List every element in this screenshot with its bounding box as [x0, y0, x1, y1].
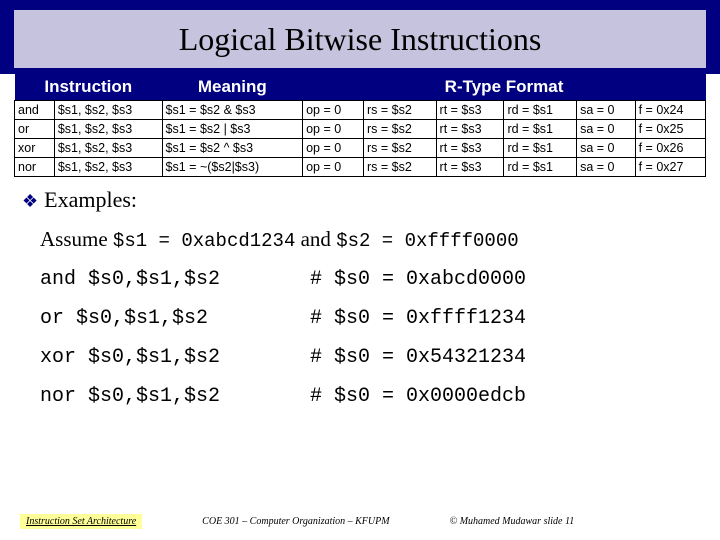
- cell-meaning: $s1 = $s2 & $s3: [162, 101, 303, 120]
- cell-rs: rs = $s2: [363, 120, 436, 139]
- footer-right: © Muhamed Mudawar slide 11: [450, 516, 575, 527]
- cell-opfield: op = 0: [303, 139, 364, 158]
- example-code: xor $s0,$s1,$s2: [40, 346, 310, 369]
- cell-meaning: $s1 = ~($s2|$s3): [162, 158, 303, 177]
- cell-rd: rd = $s1: [504, 120, 577, 139]
- table-row: xor $s1, $s2, $s3 $s1 = $s2 ^ $s3 op = 0…: [15, 139, 706, 158]
- title-bar: Logical Bitwise Instructions: [0, 0, 720, 74]
- cell-sa: sa = 0: [577, 158, 636, 177]
- cell-opfield: op = 0: [303, 120, 364, 139]
- title-inner: Logical Bitwise Instructions: [14, 10, 706, 68]
- example-code: or $s0,$s1,$s2: [40, 307, 310, 330]
- cell-rs: rs = $s2: [363, 101, 436, 120]
- slide-title: Logical Bitwise Instructions: [179, 21, 542, 58]
- example-row: or $s0,$s1,$s2 # $s0 = 0xffff1234: [40, 307, 720, 330]
- example-result: # $s0 = 0x0000edcb: [310, 385, 720, 408]
- header-format: R-Type Format: [303, 74, 706, 101]
- slide-footer: Instruction Set Architecture COE 301 – C…: [0, 510, 720, 532]
- cell-rs: rs = $s2: [363, 139, 436, 158]
- cell-f: f = 0x26: [635, 139, 705, 158]
- examples-label: Examples:: [44, 187, 137, 212]
- cell-sa: sa = 0: [577, 139, 636, 158]
- cell-meaning: $s1 = $s2 | $s3: [162, 120, 303, 139]
- cell-rt: rt = $s3: [436, 120, 504, 139]
- header-instruction: Instruction: [15, 74, 163, 101]
- cell-rd: rd = $s1: [504, 101, 577, 120]
- cell-f: f = 0x24: [635, 101, 705, 120]
- example-result: # $s0 = 0xffff1234: [310, 307, 720, 330]
- table-row: or $s1, $s2, $s3 $s1 = $s2 | $s3 op = 0 …: [15, 120, 706, 139]
- cell-op: or: [15, 120, 55, 139]
- example-list: and $s0,$s1,$s2 # $s0 = 0xabcd0000 or $s…: [40, 268, 720, 408]
- cell-meaning: $s1 = $s2 ^ $s3: [162, 139, 303, 158]
- table-row: nor $s1, $s2, $s3 $s1 = ~($s2|$s3) op = …: [15, 158, 706, 177]
- table-header-row: Instruction Meaning R-Type Format: [15, 74, 706, 101]
- example-result: # $s0 = 0xabcd0000: [310, 268, 720, 291]
- footer-center: COE 301 – Computer Organization – KFUPM: [202, 516, 389, 527]
- cell-args: $s1, $s2, $s3: [54, 101, 162, 120]
- header-meaning: Meaning: [162, 74, 303, 101]
- example-row: xor $s0,$s1,$s2 # $s0 = 0x54321234: [40, 346, 720, 369]
- cell-sa: sa = 0: [577, 101, 636, 120]
- cell-rd: rd = $s1: [504, 139, 577, 158]
- example-row: and $s0,$s1,$s2 # $s0 = 0xabcd0000: [40, 268, 720, 291]
- cell-sa: sa = 0: [577, 120, 636, 139]
- assume-code2: $s2 = 0xffff0000: [336, 230, 518, 252]
- footer-left: Instruction Set Architecture: [20, 514, 142, 529]
- cell-opfield: op = 0: [303, 101, 364, 120]
- cell-f: f = 0x27: [635, 158, 705, 177]
- example-result: # $s0 = 0x54321234: [310, 346, 720, 369]
- cell-args: $s1, $s2, $s3: [54, 139, 162, 158]
- cell-args: $s1, $s2, $s3: [54, 158, 162, 177]
- cell-op: xor: [15, 139, 55, 158]
- example-code: and $s0,$s1,$s2: [40, 268, 310, 291]
- cell-op: and: [15, 101, 55, 120]
- assume-code1: $s1 = 0xabcd1234: [113, 230, 295, 252]
- cell-opfield: op = 0: [303, 158, 364, 177]
- assume-line: Assume $s1 = 0xabcd1234 and $s2 = 0xffff…: [40, 227, 720, 252]
- cell-f: f = 0x25: [635, 120, 705, 139]
- cell-rt: rt = $s3: [436, 101, 504, 120]
- cell-rd: rd = $s1: [504, 158, 577, 177]
- example-code: nor $s0,$s1,$s2: [40, 385, 310, 408]
- cell-rt: rt = $s3: [436, 158, 504, 177]
- examples-heading: ❖ Examples:: [0, 177, 720, 213]
- diamond-bullet-icon: ❖: [22, 191, 38, 211]
- instruction-table: Instruction Meaning R-Type Format and $s…: [14, 74, 706, 177]
- cell-rt: rt = $s3: [436, 139, 504, 158]
- cell-rs: rs = $s2: [363, 158, 436, 177]
- cell-op: nor: [15, 158, 55, 177]
- assume-mid: and: [295, 227, 336, 251]
- assume-prefix: Assume: [40, 227, 113, 251]
- cell-args: $s1, $s2, $s3: [54, 120, 162, 139]
- example-row: nor $s0,$s1,$s2 # $s0 = 0x0000edcb: [40, 385, 720, 408]
- table-row: and $s1, $s2, $s3 $s1 = $s2 & $s3 op = 0…: [15, 101, 706, 120]
